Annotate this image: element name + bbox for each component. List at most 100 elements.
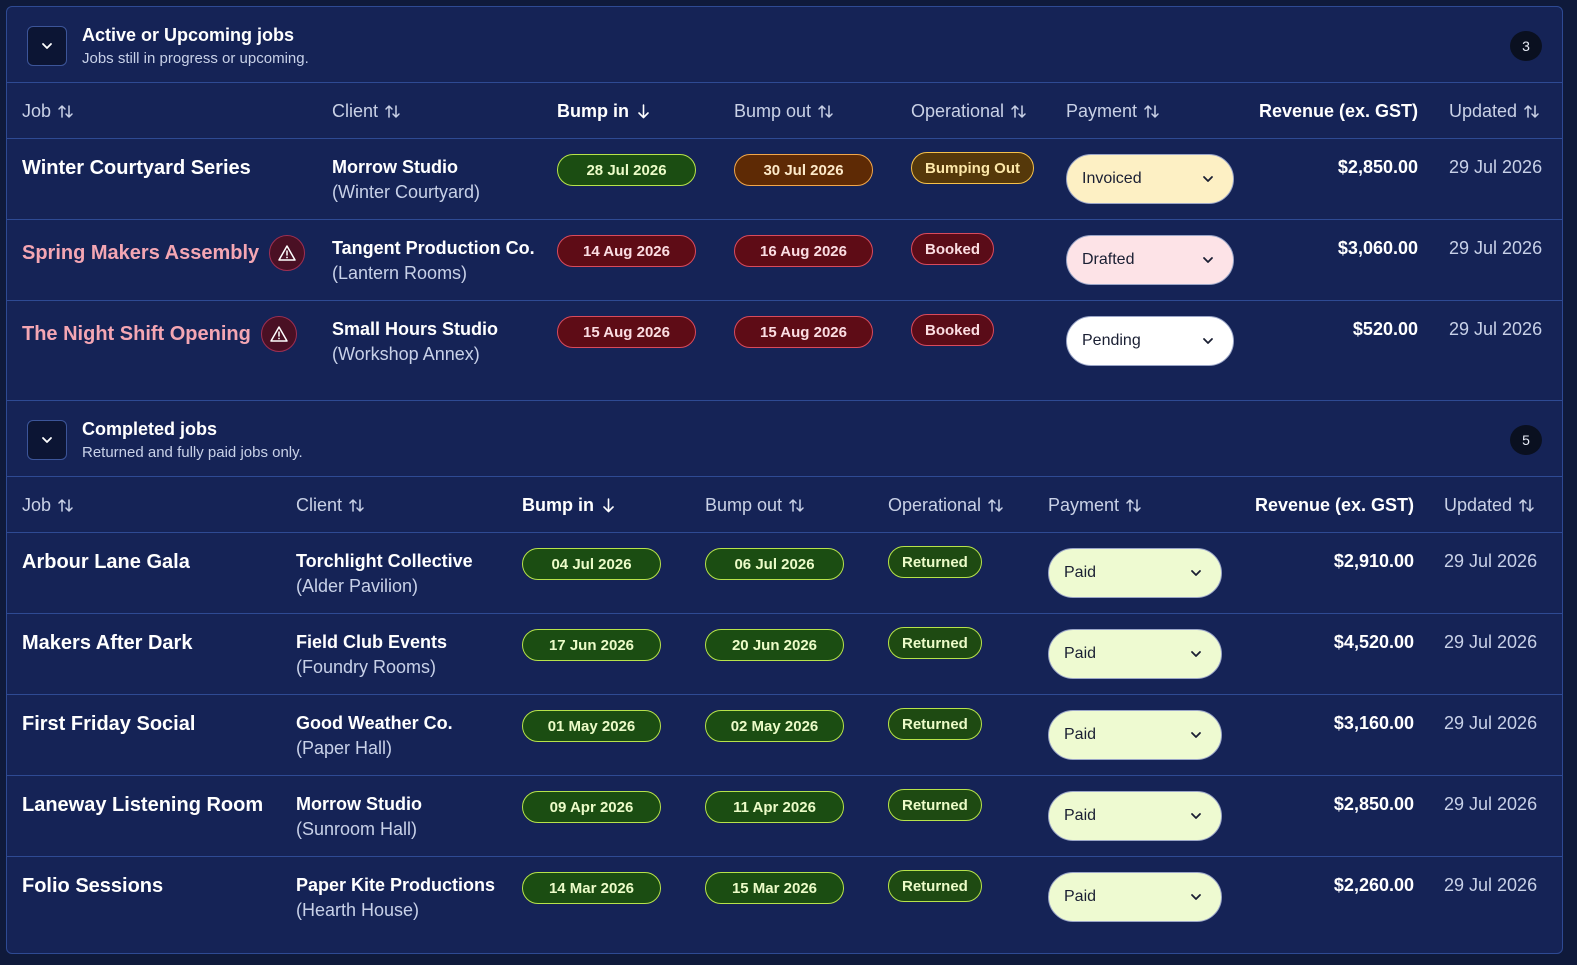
bump-in-date: 01 May 2026 [522,710,661,742]
warning-triangle-icon [269,235,306,271]
column-label: Bump in [557,101,629,121]
client-cell: Tangent Production Co. (Lantern Rooms) [332,238,535,284]
warning-triangle-icon [260,316,297,352]
column-header-operational[interactable]: Operational [911,101,1027,122]
operational-status-badge: Returned [888,627,982,659]
payment-select[interactable]: Paid [1048,791,1222,841]
column-label: Payment [1066,101,1138,121]
table-header: Job Client Bump in Bump out Operational … [7,83,1562,139]
revenue-value: $520.00 [1352,319,1418,339]
venue-name: (Lantern Rooms) [332,263,468,283]
column-header-client[interactable]: Client [296,495,365,516]
bump-out-date: 06 Jul 2026 [705,548,844,580]
column-label: Operational [888,495,982,515]
job-name-text: Spring Makers Assembly [22,241,260,264]
active-jobs-section: Active or Upcoming jobs Jobs still in pr… [7,7,1562,400]
bump-out-date: 16 Aug 2026 [734,235,873,267]
sort-updown-icon [988,499,1003,512]
column-header-bump-out[interactable]: Bump out [734,101,834,122]
column-label: Revenue (ex. GST) [1258,101,1418,121]
table-row[interactable]: Arbour Lane Gala Torchlight Collective (A… [7,533,1562,614]
client-cell: Torchlight Collective (Alder Pavilion) [296,551,473,597]
job-name-text: Winter Courtyard Series [22,157,251,179]
updated-date: 29 Jul 2026 [1449,319,1543,339]
client-cell: Morrow Studio (Sunroom Hall) [296,794,422,840]
bump-out-date: 15 Mar 2026 [705,872,844,904]
revenue-value: $2,850.00 [1337,157,1418,177]
job-name[interactable]: Folio Sessions [22,875,163,898]
operational-status-badge: Returned [888,870,982,902]
column-header-payment[interactable]: Payment [1066,101,1160,122]
payment-select[interactable]: Pending [1066,316,1234,366]
chevron-down-icon [1191,570,1201,576]
payment-value: Paid [1064,645,1097,662]
venue-name: (Hearth House) [296,900,420,920]
table-row[interactable]: The Night Shift Opening Small Hours Stud… [7,301,1562,382]
venue-name: (Foundry Rooms) [296,657,437,677]
arrow-down-icon [638,104,649,119]
payment-select[interactable]: Paid [1048,710,1222,760]
chevron-down-icon [1203,257,1213,263]
client-cell: Morrow Studio (Winter Courtyard) [332,157,480,203]
section-title: Active or Upcoming jobs [82,25,295,45]
operational-status-badge: Returned [888,789,982,821]
column-header-bump-in[interactable]: Bump in [522,495,617,516]
client-cell: Paper Kite Productions (Hearth House) [296,875,495,921]
table-row[interactable]: Makers After Dark Field Club Events (Foun… [7,614,1562,695]
operational-status-badge: Returned [888,708,982,740]
column-header-bump-out[interactable]: Bump out [705,495,805,516]
bump-in-date: 28 Jul 2026 [557,154,696,186]
job-name[interactable]: First Friday Social [22,713,195,736]
chevron-down-icon [42,437,52,443]
job-name[interactable]: Makers After Dark [22,632,192,655]
table-row[interactable]: Winter Courtyard Series Morrow Studio (Wi… [7,139,1562,220]
column-header-payment[interactable]: Payment [1048,495,1142,516]
client-name: Morrow Studio [332,157,458,177]
bump-out-date: 30 Jul 2026 [734,154,873,186]
job-name[interactable]: Arbour Lane Gala [22,551,190,574]
column-header-revenue[interactable]: Revenue (ex. GST) [1259,101,1418,122]
table-row[interactable]: Spring Makers Assembly Tangent Productio… [7,220,1562,301]
payment-value: Paid [1064,564,1097,581]
column-header-revenue[interactable]: Revenue (ex. GST) [1255,495,1414,516]
payment-select[interactable]: Paid [1048,872,1222,922]
client-name: Small Hours Studio [332,319,499,339]
chevron-down-icon [1191,894,1201,900]
section-title: Completed jobs [82,419,218,439]
job-name[interactable]: Laneway Listening Room [22,794,263,817]
table-row[interactable]: First Friday Social Good Weather Co. (Pap… [7,695,1562,776]
job-name[interactable]: The Night Shift Opening [22,316,297,352]
revenue-value: $3,160.00 [1333,713,1414,733]
sort-updown-icon [58,105,73,118]
sort-updown-icon [1144,105,1159,118]
payment-value: Drafted [1082,251,1135,268]
job-name[interactable]: Winter Courtyard Series [22,157,251,180]
payment-select[interactable]: Drafted [1066,235,1234,285]
payment-value: Pending [1082,332,1141,349]
column-label: Client [332,101,379,121]
column-header-job[interactable]: Job [22,101,74,122]
payment-select[interactable]: Invoiced [1066,154,1234,204]
bump-in-date: 15 Aug 2026 [557,316,696,348]
bump-out-date: 15 Aug 2026 [734,316,873,348]
column-header-updated[interactable]: Updated [1444,495,1535,516]
column-header-job[interactable]: Job [22,495,74,516]
column-header-updated[interactable]: Updated [1449,101,1540,122]
payment-select[interactable]: Paid [1048,629,1222,679]
sort-updown-icon [1011,105,1026,118]
completed-section-toggle[interactable] [27,420,67,460]
job-name[interactable]: Spring Makers Assembly [22,235,306,271]
payment-select[interactable]: Paid [1048,548,1222,598]
table-row[interactable]: Folio Sessions Paper Kite Productions (He… [7,857,1562,938]
column-label: Client [296,495,343,515]
column-header-client[interactable]: Client [332,101,401,122]
table-row[interactable]: Laneway Listening Room Morrow Studio (Sun… [7,776,1562,857]
column-label: Payment [1048,495,1120,515]
chevron-down-icon [1191,651,1201,657]
column-header-operational[interactable]: Operational [888,495,1004,516]
client-name: Morrow Studio [296,794,422,814]
section-subtitle: Returned and fully paid jobs only. [82,444,303,461]
completed-jobs-section: Completed jobs Returned and fully paid j… [7,400,1562,953]
column-header-bump-in[interactable]: Bump in [557,101,652,122]
active-section-toggle[interactable] [27,26,67,66]
